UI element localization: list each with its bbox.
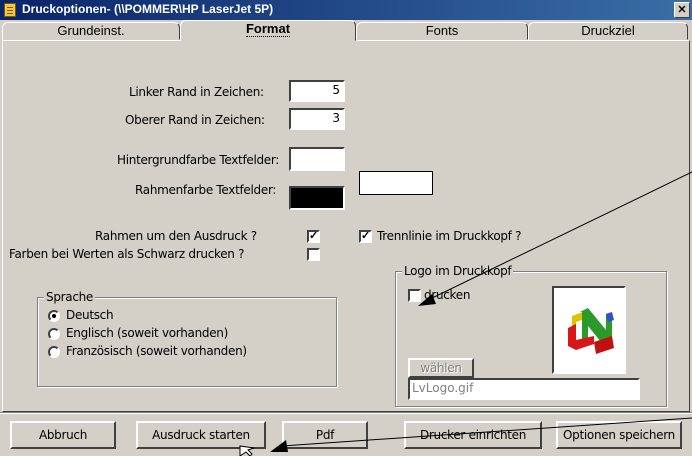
annotation-arrow-line-2: [281, 417, 692, 447]
annotation-arrowhead-1: [418, 294, 436, 306]
tab-format[interactable]: Format: [180, 20, 356, 41]
annotation-arrowhead-2: [270, 440, 288, 452]
annotation-arrows: [239, 171, 692, 456]
annotation-arrow-line-1: [427, 171, 692, 301]
mouse-cursor-icon: [239, 445, 255, 456]
